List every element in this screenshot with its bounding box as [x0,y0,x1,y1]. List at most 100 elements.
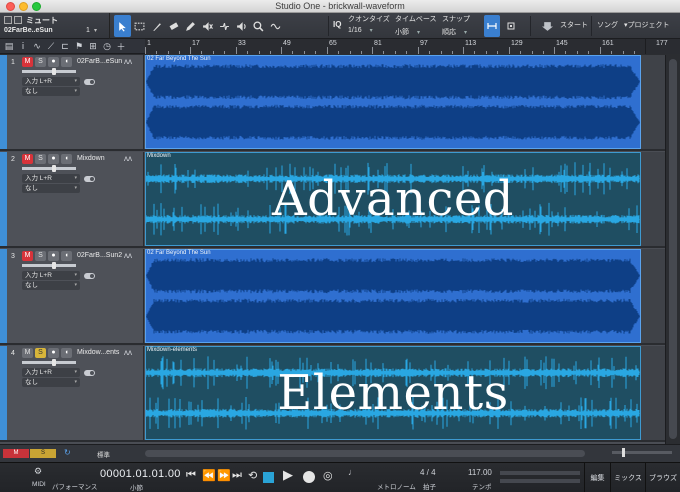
monitor-icon[interactable]: ◖ [61,154,72,164]
track-solo-button[interactable]: S [35,57,46,67]
track-row[interactable]: 1 M S ● ◖ 02FarB...eSun ʌʌ 入力 L+R ▾ なし ▾ [0,55,680,151]
snap-toggle-button[interactable] [484,15,500,37]
input-selector[interactable]: 入力 L+R ▾ [22,271,80,280]
metronome-icon[interactable]: ♩ [348,467,357,477]
fader-knob[interactable] [52,68,56,75]
zoom-slider-knob[interactable] [622,448,625,457]
track-mute-button[interactable]: M [22,57,33,67]
monitor-icon[interactable]: ◖ [61,57,72,67]
track-name[interactable]: Mixdow...ents [77,349,119,356]
zoom-tool-button[interactable] [250,15,267,37]
arrow-tool-button[interactable] [114,15,131,37]
output-selector[interactable]: なし ▾ [22,281,80,290]
track-header[interactable]: 2 M S ● ◖ Mixdown ʌʌ 入力 L+R ▾ なし ▾ [0,152,144,246]
snap-group[interactable]: スナップ 順応 ▾ [442,14,470,37]
track-volume-fader[interactable] [22,167,76,170]
rewind-button[interactable]: ⏪ [202,469,216,482]
input-toggle[interactable] [84,370,95,376]
snap-value[interactable]: 順応 [442,29,456,36]
edit-view-button[interactable]: 編集 [584,463,610,492]
split-tool-button[interactable] [148,15,165,37]
waveform-view-icon[interactable]: ʌʌ [124,251,132,260]
zoom-slider-track[interactable] [612,451,672,454]
paint-tool-button[interactable] [182,15,199,37]
record-arm-icon[interactable]: ● [48,251,59,261]
transform-tool-button[interactable] [267,15,284,37]
folder-icon[interactable]: ⊏ [58,40,72,54]
timeline-ruler[interactable]: 1 17 33 49 65 81 97 113 129 145 161 [145,39,645,54]
track-volume-fader[interactable] [22,361,76,364]
inspector-checkbox-b[interactable] [14,16,22,24]
flag-icon[interactable]: ⚑ [72,40,86,54]
range-tool-button[interactable] [131,15,148,37]
input-selector[interactable]: 入力 L+R ▾ [22,368,80,377]
monitor-icon[interactable]: ◖ [61,251,72,261]
track-name[interactable]: 02FarB...Sun2 [77,252,122,259]
tempo-value[interactable]: 117.00 [468,468,492,477]
input-toggle[interactable] [84,176,95,182]
record-arm-icon[interactable]: ● [48,348,59,358]
mix-view-button[interactable]: ミックス [610,463,645,492]
project-page-button[interactable]: ▾プロジェクト [624,20,670,30]
waveform-view-icon[interactable]: ʌʌ [124,57,132,66]
track-row[interactable]: 2 M S ● ◖ Mixdown ʌʌ 入力 L+R ▾ なし ▾ Mixdo… [0,152,680,248]
vertical-scrollbar[interactable] [665,55,680,444]
input-toggle[interactable] [84,273,95,279]
return-to-zero-button[interactable]: ⏮ [186,469,196,482]
start-page-button[interactable] [540,15,554,37]
input-selector[interactable]: 入力 L+R ▾ [22,77,80,86]
horizontal-scrollbar[interactable] [145,450,585,457]
track-header[interactable]: 3 M S ● ◖ 02FarB...Sun2 ʌʌ 入力 L+R ▾ なし ▾ [0,249,144,343]
waveform-view-icon[interactable]: ʌʌ [124,154,132,163]
track-volume-fader[interactable] [22,264,76,267]
go-to-end-button[interactable]: ⏭ [232,469,242,482]
monitor-icon[interactable]: ◖ [61,348,72,358]
time-signature-value[interactable]: 4 / 4 [420,468,436,477]
track-solo-button[interactable]: S [35,154,46,164]
grid-toggle-button[interactable] [503,15,519,37]
curve-icon[interactable]: ⟋ [44,40,58,54]
stop-button[interactable] [263,472,274,483]
song-page-button[interactable]: ソング [597,20,618,30]
loop-button[interactable]: ⟲ [248,469,257,482]
track-volume-fader[interactable] [22,70,76,73]
track-mute-button[interactable]: M [22,154,33,164]
input-selector[interactable]: 入力 L+R ▾ [22,174,80,183]
quantize-group[interactable]: クオンタイズ 1/16 ▾ [348,14,390,34]
play-button[interactable]: ▶ [283,467,293,483]
grid-icon[interactable]: ⊞ [86,40,100,54]
info-icon[interactable]: ⅰ [16,40,30,54]
record-arm-icon[interactable]: ● [48,57,59,67]
bend-tool-button[interactable] [216,15,233,37]
audio-clip[interactable]: 02 Far Beyond The Sun [145,55,641,149]
scroll-thumb[interactable] [669,59,677,439]
punch-button[interactable]: ◎ [323,469,333,482]
settings-gear-icon[interactable]: ⚙ [34,466,42,477]
start-label[interactable]: スタート [560,20,588,30]
track-solo-button[interactable]: S [35,251,46,261]
clock-icon[interactable]: ◷ [100,40,114,54]
track-name[interactable]: Mixdown [77,155,105,162]
position-display[interactable]: 00001.01.01.00 [100,468,181,480]
audio-clip[interactable]: 02 Far Beyond The Sun [145,249,641,343]
inspector-checkbox-a[interactable] [4,16,12,24]
track-mute-button[interactable]: M [22,251,33,261]
track-name[interactable]: 02FarB...eSun [77,58,122,65]
fader-knob[interactable] [52,359,56,366]
output-selector[interactable]: なし ▾ [22,87,80,96]
waveform-view-icon[interactable]: ʌʌ [124,348,132,357]
output-selector[interactable]: なし ▾ [22,378,80,387]
record-button[interactable] [303,471,315,483]
audio-clip[interactable]: Mixdown-elements Elements [145,346,641,440]
loop-icon[interactable]: ↻ [64,448,71,457]
timebase-group[interactable]: タイムベース 小節 ▾ [395,14,437,37]
automation-icon[interactable]: ∿ [30,40,44,54]
track-header[interactable]: 4 M S ● ◖ Mixdow...ents ʌʌ 入力 L+R ▾ なし ▾ [0,346,144,440]
eraser-tool-button[interactable] [165,15,182,37]
track-row[interactable]: 3 M S ● ◖ 02FarB...Sun2 ʌʌ 入力 L+R ▾ なし ▾ [0,249,680,345]
quantize-value[interactable]: 1/16 [348,27,362,34]
track-header[interactable]: 1 M S ● ◖ 02FarB...eSun ʌʌ 入力 L+R ▾ なし ▾ [0,55,144,149]
selected-track-number[interactable]: 1 [86,27,90,34]
audio-clip[interactable]: Mixdown Advanced [145,152,641,246]
output-selector[interactable]: なし ▾ [22,184,80,193]
